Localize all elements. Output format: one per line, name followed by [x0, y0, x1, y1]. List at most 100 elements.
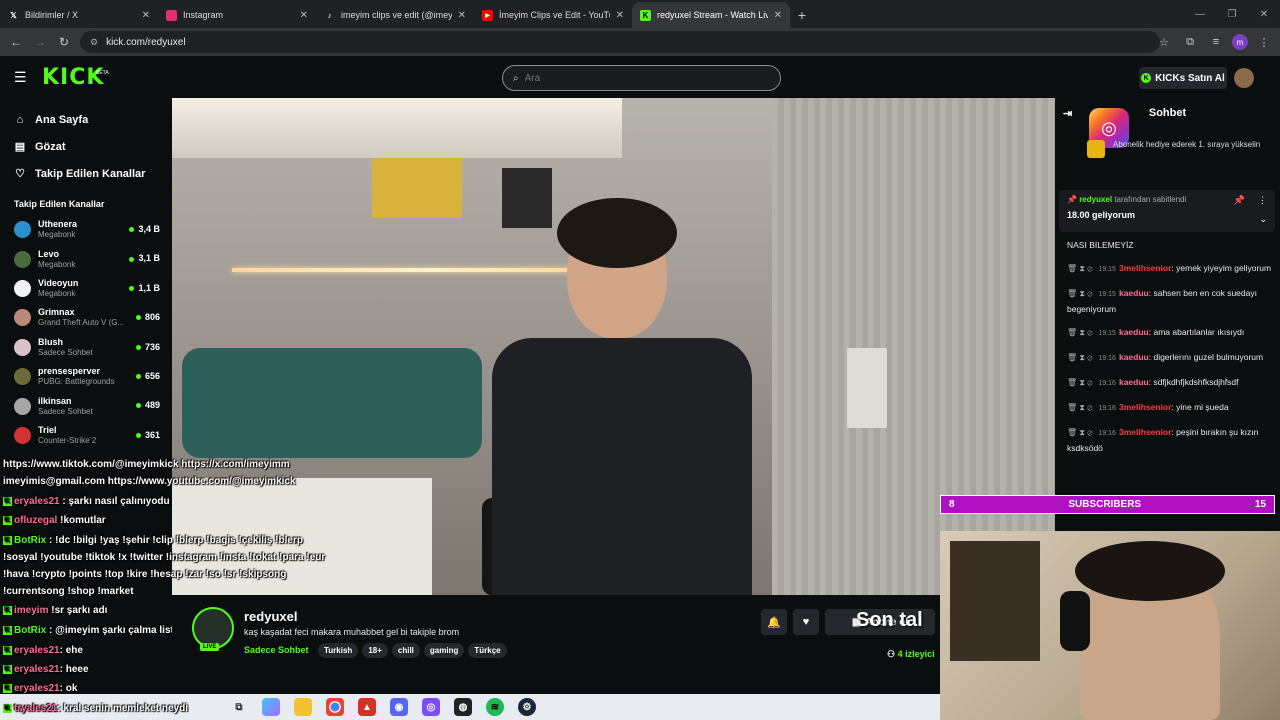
heart-icon: ♡ — [15, 168, 25, 180]
close-icon[interactable]: ✕ — [142, 10, 150, 21]
extensions-icon[interactable]: ⧉ — [1180, 30, 1200, 54]
channel-name[interactable]: redyuxel — [244, 609, 297, 624]
tab-x[interactable]: 𝕏 Bildirimler / X ✕ — [0, 2, 158, 28]
tab-kick[interactable]: K redyuxel Stream - Watch Live o ✕ — [632, 2, 790, 28]
obs-studio-icon[interactable]: ◍ — [454, 698, 472, 716]
chat-username[interactable]: kaeduu — [1119, 327, 1149, 337]
buy-kicks-button[interactable]: K KICKs Satın Al — [1139, 67, 1227, 89]
chat-username[interactable]: 3melihsenior — [1119, 427, 1171, 437]
sidebar-channel-levo[interactable]: Levo Megabonk 3,1 B — [0, 244, 172, 273]
pinned-message[interactable]: 📌 redyuxel tarafından sabitlendi 18.00 g… — [1059, 190, 1275, 232]
sidebar-channel-uthenera[interactable]: Uthenera Megabonk 3,4 B — [0, 215, 172, 244]
file-explorer-icon[interactable] — [294, 698, 312, 716]
chevron-down-icon[interactable]: ⌄ — [1259, 214, 1267, 225]
chat-username[interactable]: kaeduu — [1119, 352, 1149, 362]
close-icon[interactable]: ✕ — [616, 10, 624, 21]
chat-message[interactable]: NASI BİLEMEYİZ — [1067, 238, 1273, 252]
menu-kebab-icon[interactable]: ⋮ — [1254, 30, 1274, 54]
profile-avatar[interactable]: m — [1232, 34, 1248, 50]
mod-tools-icon[interactable]: 🗑 ⧗ ⊘ — [1067, 428, 1092, 437]
pin-icon[interactable]: 📌 — [1234, 195, 1245, 206]
minimize-icon[interactable]: — — [1184, 0, 1216, 28]
app-icon[interactable]: ▲ — [358, 698, 376, 716]
tag-chip[interactable]: 18+ — [362, 643, 388, 658]
gift-leaderboard-tip[interactable]: Abonelik hediye ederek 1. sıraya yükseli… — [1087, 140, 1277, 158]
obs-icon[interactable]: ◎ — [422, 698, 440, 716]
chat-username[interactable]: kaeduu — [1119, 288, 1149, 298]
tag-chip[interactable]: gaming — [423, 643, 465, 658]
sidebar-channel-grimnax[interactable]: Grimnax Grand Theft Auto V (G... 806 — [0, 303, 172, 332]
sidebar-channel-blush[interactable]: Blush Sadece Sohbet 736 — [0, 333, 172, 362]
sidebar-item-home[interactable]: ⌂ Ana Sayfa — [0, 106, 172, 133]
chat-message[interactable]: 🗑 ⧗ ⊘ 19:16 3melihsenior: peşini bırakın ş… — [1067, 425, 1273, 455]
sidebar-channel-triel[interactable]: Triel Counter-Strike 2 361 — [0, 421, 172, 450]
sidebar-channel-ilkinsan[interactable]: ilkinsan Sadece Sohbet 489 — [0, 391, 172, 420]
task-view-icon[interactable]: ⧉ — [230, 698, 248, 716]
mod-tools-icon[interactable]: 🗑 ⧗ ⊘ — [1067, 378, 1092, 387]
site-info-icon[interactable]: ⚙ — [90, 37, 98, 48]
sidebar-item-following[interactable]: ♡ Takip Edilen Kanallar — [0, 160, 172, 187]
sidebar-item-browse[interactable]: ▤ Gözat — [0, 133, 172, 160]
forward-icon[interactable]: → — [28, 30, 52, 54]
search-box[interactable]: ⌕ — [502, 65, 781, 91]
copilot-icon[interactable] — [262, 698, 280, 716]
tag-chip[interactable]: Türkçe — [468, 643, 507, 658]
chat-message[interactable]: 🗑 ⧗ ⊘ 19:15 kaeduu: sahsen ben en cok sued… — [1067, 286, 1273, 316]
chat-username[interactable]: 3melihsenior — [1119, 402, 1171, 412]
spotify-icon[interactable]: ≋ — [486, 698, 504, 716]
collapse-chat-icon[interactable]: ⇥ — [1063, 107, 1072, 120]
stream-category[interactable]: Sadece Sohbet — [244, 645, 309, 655]
maximize-icon[interactable]: ❐ — [1216, 0, 1248, 28]
tab-instagram[interactable]: Instagram ✕ — [158, 2, 316, 28]
back-icon[interactable]: ← — [4, 30, 28, 54]
discord-icon[interactable]: ◉ — [390, 698, 408, 716]
channel-text: Uthenera Megabonk — [38, 219, 77, 240]
reading-list-icon[interactable]: ≡ — [1206, 30, 1226, 54]
url-field[interactable]: ⚙ kick.com/redyuxel — [80, 31, 1160, 53]
close-icon[interactable]: ✕ — [300, 10, 308, 21]
close-window-icon[interactable]: ✕ — [1248, 0, 1280, 28]
steam-icon[interactable]: ⚙ — [518, 698, 536, 716]
mod-badge-icon: K — [3, 515, 12, 525]
chat-username[interactable]: 3melihsenior — [1119, 263, 1171, 273]
video-player[interactable] — [172, 98, 1055, 595]
notification-bell-button[interactable]: 🔔 — [761, 609, 787, 635]
close-icon[interactable]: ✕ — [774, 10, 782, 21]
tab-youtube[interactable]: ▶ İmeyim Clips ve Edit - YouTube ✕ — [474, 2, 632, 28]
search-input[interactable] — [524, 72, 725, 84]
chat-message[interactable]: 🗑 ⧗ ⊘ 19:16 kaeduu: digerlerını guzel bulm… — [1067, 350, 1273, 366]
tab-tiktok[interactable]: ♪ imeyim clips ve edit (@imeyim ✕ — [316, 2, 474, 28]
mod-tools-icon[interactable]: 🗑 ⧗ ⊘ — [1067, 328, 1092, 337]
bookmark-star-icon[interactable]: ☆ — [1154, 30, 1174, 54]
hamburger-menu-icon[interactable]: ☰ — [14, 69, 30, 86]
new-tab-button[interactable]: + — [790, 2, 814, 28]
mod-tools-icon[interactable]: 🗑 ⧗ ⊘ — [1067, 353, 1092, 362]
overlay-chat-line: Kofluzegal !komutlar — [3, 515, 106, 526]
channel-avatar — [14, 250, 31, 268]
tag-chip[interactable]: Turkish — [318, 643, 359, 658]
sidebar-channel-prensesperver[interactable]: prensesperver PUBG: Battlegrounds 656 — [0, 362, 172, 391]
mod-tools-icon[interactable]: 🗑 ⧗ ⊘ — [1067, 264, 1092, 273]
tag-chip[interactable]: chill — [391, 643, 420, 658]
channel-category: Megabonk — [38, 259, 76, 269]
chrome-icon[interactable] — [326, 698, 344, 716]
chat-text: NASI BİLEMEYİZ — [1067, 240, 1134, 250]
user-avatar[interactable] — [1234, 68, 1254, 88]
chat-username[interactable]: kaeduu — [1119, 377, 1149, 387]
chat-message[interactable]: 🗑 ⧗ ⊘ 19:16 kaeduu: sdfjkdhfjkdshfksdjhfsd… — [1067, 375, 1273, 391]
tab-title: Bildirimler / X — [25, 10, 79, 20]
chat-message[interactable]: 🗑 ⧗ ⊘ 19:15 kaeduu: ama abartılanlar ıkısı… — [1067, 325, 1273, 341]
webcam-overlay — [940, 531, 1280, 720]
mod-tools-icon[interactable]: 🗑 ⧗ ⊘ — [1067, 403, 1092, 412]
chat-timestamp: 19:16 — [1098, 355, 1116, 362]
mod-tools-icon[interactable]: 🗑 ⧗ ⊘ — [1067, 289, 1092, 298]
chat-message[interactable]: 🗑 ⧗ ⊘ 19:16 3melihsenior: yine mi şueda — [1067, 400, 1273, 416]
chat-message[interactable]: 🗑 ⧗ ⊘ 19:15 3melihsenior: yemek yiyeyim ge… — [1067, 261, 1273, 277]
sidebar-channel-videoyun[interactable]: Videoyun Megabonk 1,1 B — [0, 274, 172, 303]
follow-heart-button[interactable]: ♥ — [793, 609, 819, 635]
heart-icon: ♥ — [802, 616, 810, 628]
reload-icon[interactable]: ↻ — [52, 30, 76, 54]
pinned-text: 18.00 geliyorum — [1067, 210, 1136, 220]
close-icon[interactable]: ✕ — [458, 10, 466, 21]
more-options-icon[interactable]: ⋮ — [1258, 195, 1267, 206]
